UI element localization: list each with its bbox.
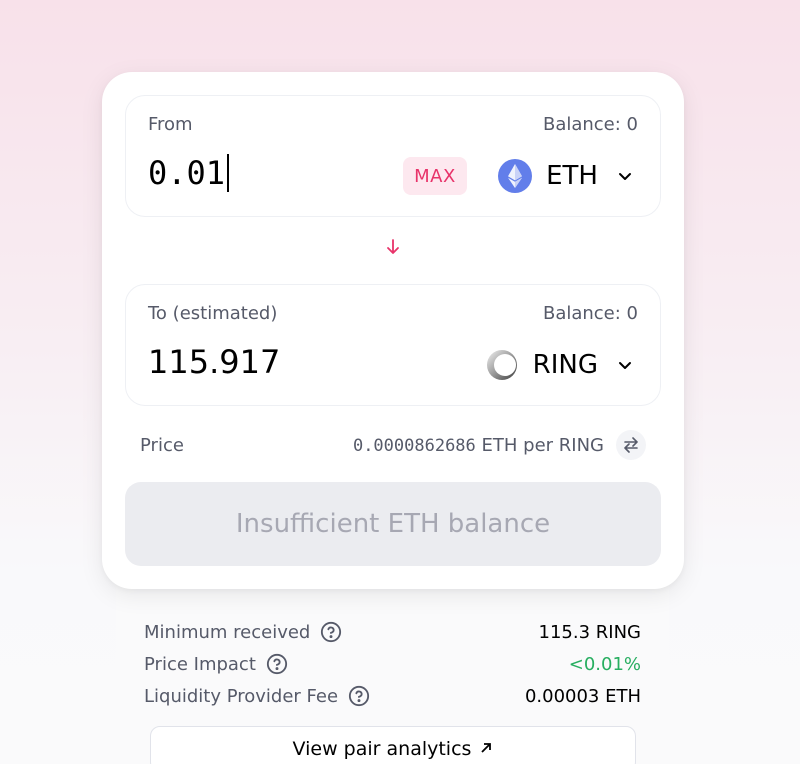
ring-logo-icon — [485, 348, 519, 382]
flip-price-icon[interactable] — [616, 430, 646, 460]
switch-direction-arrow-icon[interactable] — [383, 236, 403, 258]
to-panel: To (estimated) Balance: 0 115.917 RING — [125, 284, 661, 406]
from-token-symbol: ETH — [546, 161, 598, 191]
detail-value: 115.3 RING — [538, 621, 641, 643]
from-balance: Balance: 0 — [542, 114, 638, 135]
max-button[interactable]: MAX — [403, 157, 467, 195]
view-pair-analytics-button[interactable]: View pair analytics — [150, 726, 636, 764]
analytics-label: View pair analytics — [292, 738, 472, 760]
detail-label: Minimum received — [144, 621, 311, 643]
price-impact-value: <0.01% — [568, 653, 641, 675]
to-amount-value: 115.917 — [148, 343, 281, 381]
trade-details-panel: Minimum received 115.3 RING Price Impact… — [116, 560, 669, 764]
swap-card: From Balance: 0 0.01 MAX ETH To (estimat… — [102, 72, 684, 589]
detail-label: Liquidity Provider Fee — [144, 685, 339, 707]
chevron-down-icon — [616, 356, 634, 374]
from-token-select[interactable]: ETH — [498, 154, 634, 198]
from-amount-input[interactable]: 0.01 — [148, 154, 230, 192]
price-value-number: 0.0000862686 — [352, 435, 476, 456]
to-label: To (estimated) — [148, 303, 278, 324]
to-token-select[interactable]: RING — [485, 343, 634, 387]
detail-row-price-impact: Price Impact <0.01% — [144, 648, 641, 680]
detail-row-minimum-received: Minimum received 115.3 RING — [144, 616, 641, 648]
insufficient-balance-button[interactable]: Insufficient ETH balance — [125, 482, 661, 566]
from-label: From — [148, 114, 193, 135]
question-circle-icon[interactable] — [348, 685, 370, 707]
chevron-down-icon — [616, 167, 634, 185]
question-circle-icon[interactable] — [320, 621, 342, 643]
ethereum-logo-icon — [498, 159, 533, 193]
from-amount-value: 0.01 — [148, 154, 226, 192]
arrow-up-right-icon — [479, 738, 493, 760]
price-value-unit: ETH per RING — [481, 434, 604, 456]
detail-value: 0.00003 ETH — [524, 685, 641, 707]
price-row: Price 0.0000862686 ETH per RING — [140, 428, 646, 462]
question-circle-icon[interactable] — [266, 653, 288, 675]
detail-label: Price Impact — [144, 653, 256, 675]
to-amount-input[interactable]: 115.917 — [148, 343, 280, 381]
text-caret — [227, 154, 230, 192]
price-label: Price — [140, 434, 184, 456]
to-token-symbol: RING — [532, 350, 598, 380]
detail-row-lp-fee: Liquidity Provider Fee 0.00003 ETH — [144, 680, 641, 712]
to-balance: Balance: 0 — [542, 303, 638, 324]
from-panel: From Balance: 0 0.01 MAX ETH — [125, 95, 661, 217]
